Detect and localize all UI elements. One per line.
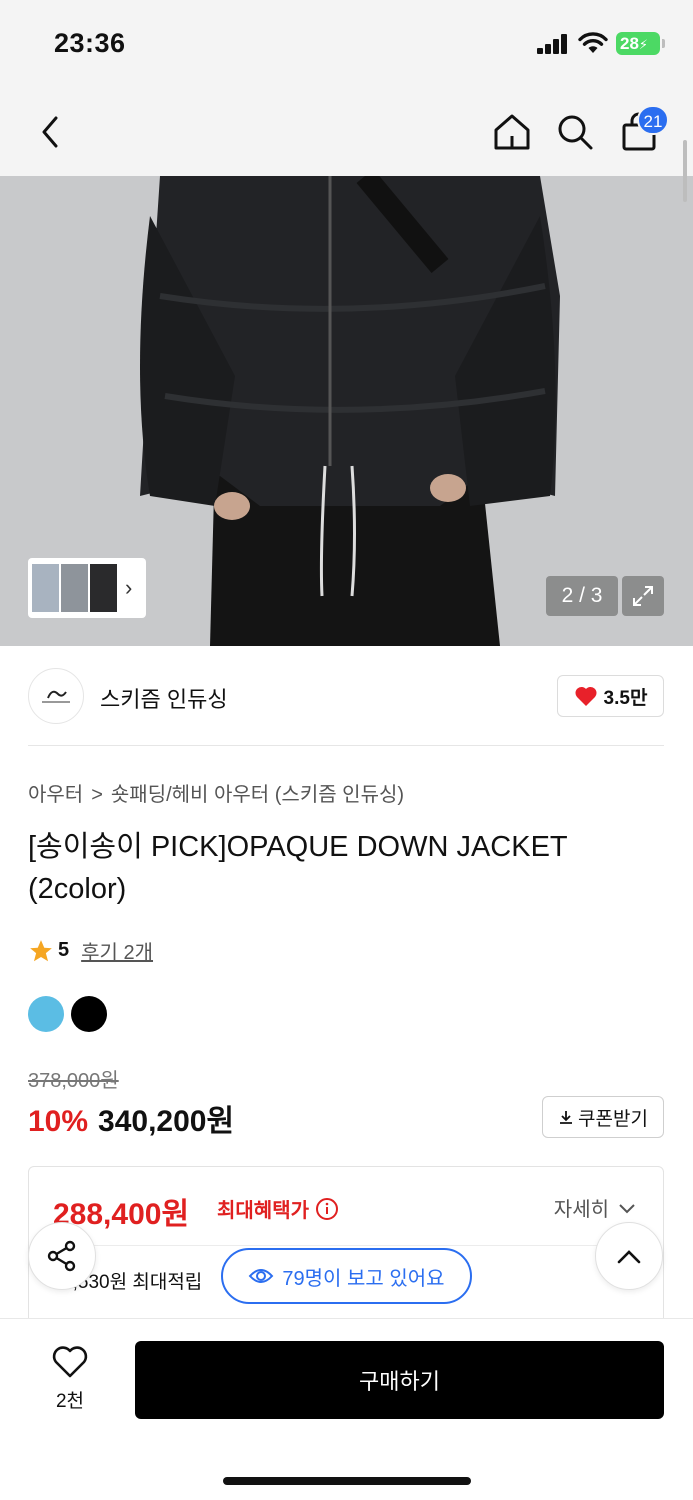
coupon-button[interactable]: 쿠폰받기 xyxy=(542,1096,664,1138)
breadcrumb-subcategory[interactable]: 숏패딩/헤비 아우터 (스키즘 인듀싱) xyxy=(111,784,404,806)
chevron-up-icon xyxy=(617,1250,641,1264)
battery-icon: 28⚡ xyxy=(616,32,665,55)
chevron-right-icon: › xyxy=(125,575,133,600)
sale-price-row: 10% 340,200원 xyxy=(28,1096,234,1140)
buy-button[interactable]: 구매하기 xyxy=(135,1341,664,1419)
expand-icon xyxy=(633,586,653,606)
search-icon xyxy=(558,115,593,150)
wishlist-count: 2천 xyxy=(55,1391,85,1412)
thumbnail-2[interactable] xyxy=(61,564,88,612)
benefit-detail-toggle[interactable]: 자세히 xyxy=(554,1193,637,1222)
home-button[interactable] xyxy=(490,110,534,154)
share-button[interactable] xyxy=(28,1222,96,1290)
search-button[interactable] xyxy=(553,110,597,154)
discount-rate: 10% xyxy=(28,1105,89,1138)
breadcrumb: 아우터 > 숏패딩/헤비 아우터 (스키즘 인듀싱) xyxy=(28,778,404,807)
wishlist-button[interactable]: 2천 xyxy=(40,1345,100,1413)
color-swatch-blue[interactable] xyxy=(28,996,64,1032)
cart-count-badge: 21 xyxy=(637,105,669,135)
sale-price: 340,200원 xyxy=(98,1105,235,1138)
download-icon xyxy=(560,1111,573,1124)
chevron-left-icon xyxy=(42,116,58,148)
thumbnail-strip[interactable]: › xyxy=(28,558,146,618)
live-viewers-pill[interactable]: 79명이 보고 있어요 xyxy=(221,1248,472,1304)
product-image-gallery[interactable]: › 2 / 3 xyxy=(0,176,693,646)
reviews-link[interactable]: 후기 2개 xyxy=(81,936,153,965)
heart-outline-icon xyxy=(52,1346,88,1378)
share-icon xyxy=(47,1240,76,1272)
rating-row: 5 후기 2개 xyxy=(28,936,153,965)
battery-level: 28 xyxy=(620,34,639,53)
brand-like-count: 3.5만 xyxy=(603,687,648,709)
eye-icon xyxy=(249,1269,274,1283)
product-title: [송이송이 PICK]OPAQUE DOWN JACKET (2color) xyxy=(28,831,568,905)
info-icon[interactable] xyxy=(315,1197,339,1221)
nav-bar xyxy=(0,88,693,176)
coupon-label: 쿠폰받기 xyxy=(578,1108,648,1130)
divider xyxy=(28,745,664,746)
status-bar: 23:36 28⚡ xyxy=(0,0,693,88)
heart-filled-icon xyxy=(575,686,597,706)
home-icon xyxy=(494,114,530,150)
rating-score: 5 xyxy=(58,939,70,961)
brand-logo-mark xyxy=(42,690,70,703)
wifi-icon xyxy=(578,32,608,53)
star-icon xyxy=(30,939,52,961)
live-viewers-label: 79명이 보고 있어요 xyxy=(282,1267,445,1290)
max-benefit-label: 최대혜택가 xyxy=(217,1194,339,1223)
thumbnail-1[interactable] xyxy=(32,564,59,612)
breadcrumb-separator: > xyxy=(91,784,103,806)
brand-name[interactable]: 스키즘 인듀싱 xyxy=(100,682,228,714)
brand-row[interactable]: 스키즘 인듀싱 3.5만 xyxy=(0,646,693,746)
brand-logo[interactable] xyxy=(28,668,84,724)
scroll-top-button[interactable] xyxy=(595,1222,663,1290)
back-button[interactable] xyxy=(28,110,72,154)
color-swatches xyxy=(28,996,114,1032)
thumbnail-3[interactable] xyxy=(90,564,117,612)
bottom-action-bar: 2천 구매하기 xyxy=(0,1318,693,1500)
color-swatch-black[interactable] xyxy=(71,996,107,1032)
status-time: 23:36 xyxy=(54,28,126,58)
scrollbar[interactable] xyxy=(683,140,687,202)
image-page-indicator: 2 / 3 xyxy=(546,576,618,616)
breadcrumb-category[interactable]: 아우터 xyxy=(28,784,83,806)
brand-like-button[interactable]: 3.5만 xyxy=(557,675,664,717)
home-indicator[interactable] xyxy=(223,1477,471,1485)
original-price: 378,000원 xyxy=(28,1070,119,1092)
benefit-detail-label: 자세히 xyxy=(553,1199,609,1221)
divider xyxy=(49,1245,645,1246)
max-benefit-label-text: 최대혜택가 xyxy=(217,1200,309,1222)
fullscreen-button[interactable] xyxy=(622,576,664,616)
cellular-signal-icon xyxy=(537,34,569,54)
chevron-down-icon xyxy=(619,1203,635,1213)
